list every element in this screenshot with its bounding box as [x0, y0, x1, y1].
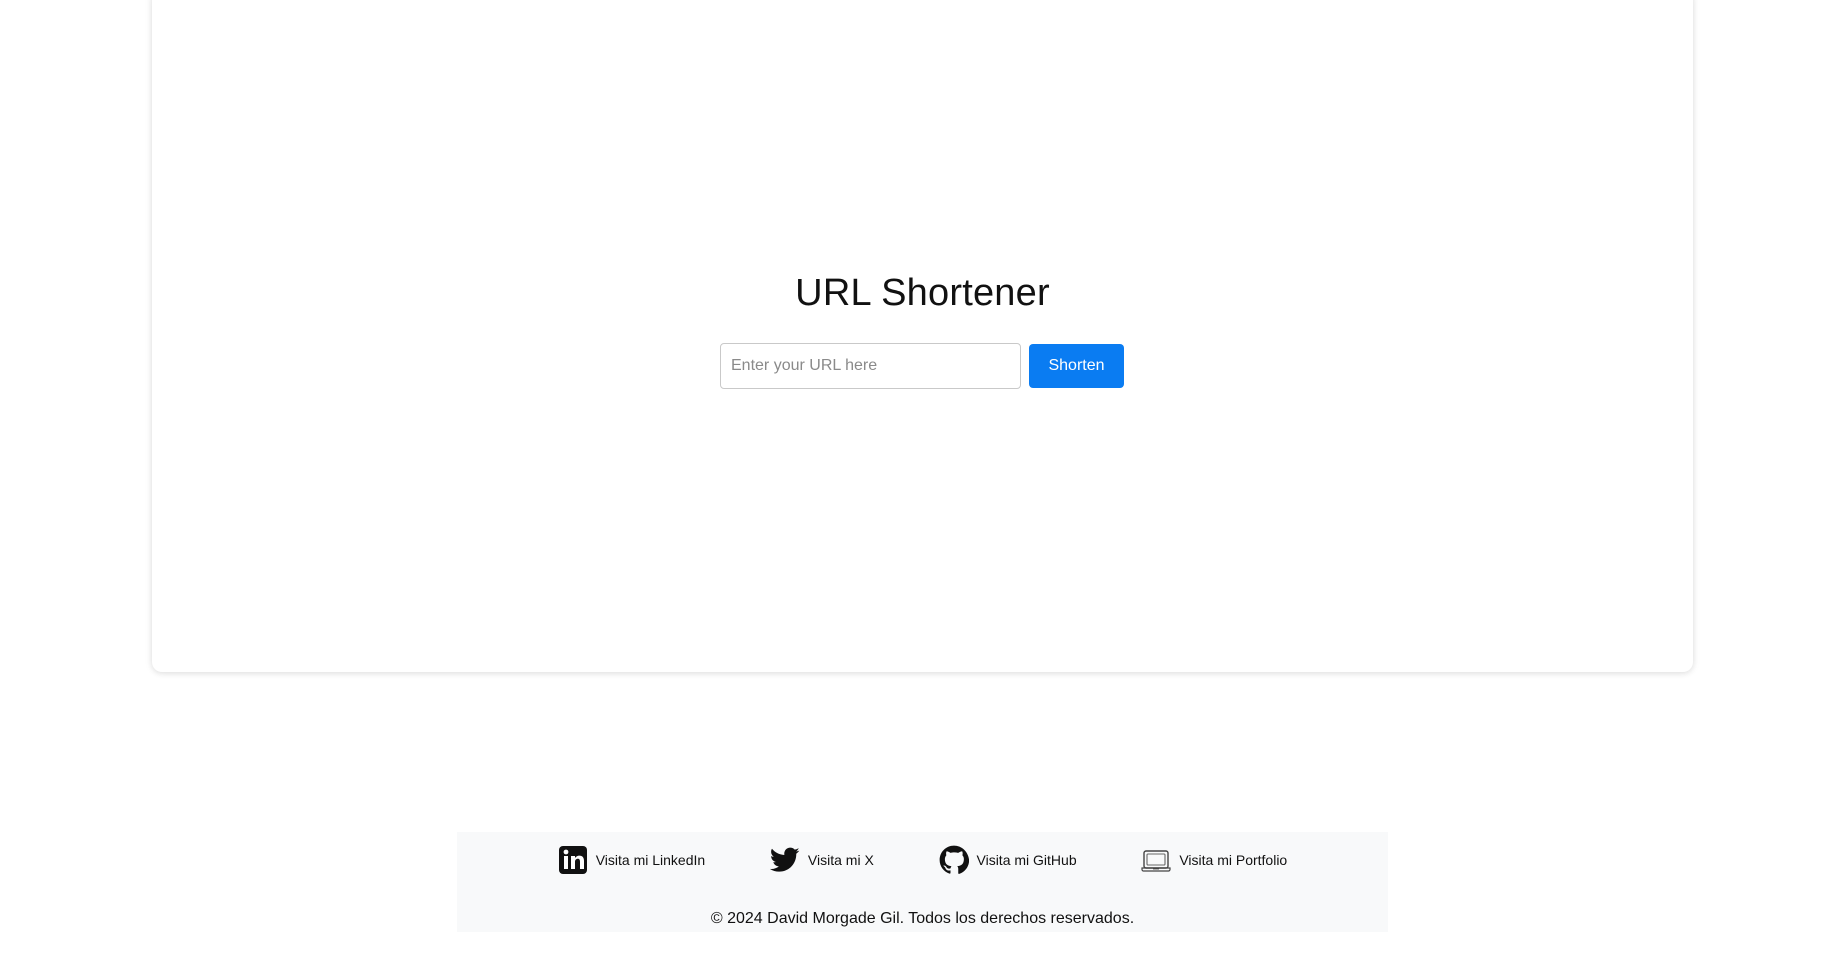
shorten-form: Shorten: [720, 343, 1124, 389]
url-input[interactable]: [720, 343, 1021, 389]
linkedin-icon: [558, 845, 588, 875]
github-link[interactable]: Visita mi GitHub: [939, 845, 1077, 875]
github-icon: [939, 845, 969, 875]
main-card: URL Shortener Shorten: [152, 0, 1693, 672]
portfolio-link[interactable]: Visita mi Portfolio: [1141, 845, 1287, 875]
linkedin-link[interactable]: Visita mi LinkedIn: [558, 845, 705, 875]
portfolio-link-label: Visita mi Portfolio: [1179, 852, 1288, 868]
twitter-link-label: Visita mi X: [807, 852, 874, 868]
copyright-text: © 2024 David Morgade Gil. Todos los dere…: [710, 910, 1135, 927]
twitter-icon: [769, 845, 800, 875]
portfolio-icon: [1141, 845, 1171, 875]
github-link-label: Visita mi GitHub: [976, 852, 1077, 868]
linkedin-link-label: Visita mi LinkedIn: [595, 852, 706, 868]
shorten-button[interactable]: Shorten: [1029, 344, 1124, 388]
page-title: URL Shortener: [795, 272, 1050, 314]
footer: Visita mi LinkedIn Visita mi X Visita mi…: [457, 832, 1388, 932]
social-links: Visita mi LinkedIn Visita mi X Visita mi…: [457, 844, 1388, 876]
twitter-link[interactable]: Visita mi X: [769, 845, 874, 875]
